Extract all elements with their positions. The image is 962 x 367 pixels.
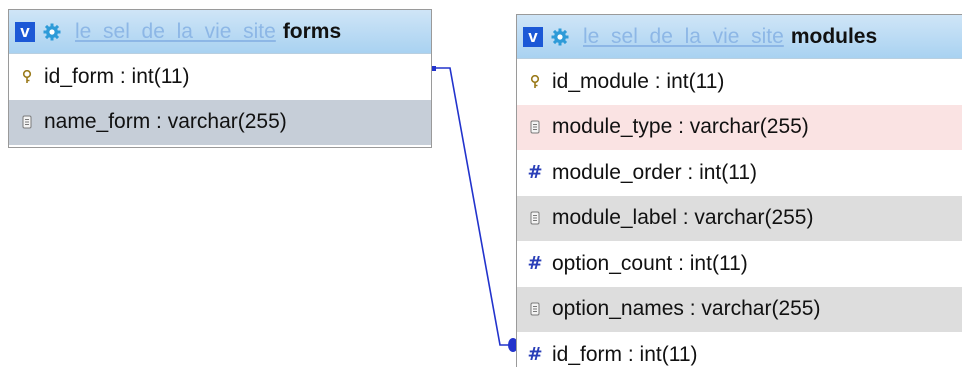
column-row-option-names[interactable]: option_names : varchar(255) [517,286,962,332]
relation-connector[interactable] [432,67,516,346]
column-label: module_label : varchar(255) [552,206,814,230]
toggle-columns-button[interactable]: v [15,21,35,42]
key-icon [527,74,543,89]
column-row-option-count[interactable]: # option_count : int(11) [517,241,962,287]
hash-icon: # [527,344,543,366]
hash-icon: # [527,253,543,275]
table-modules[interactable]: v le_sel_de_la_vie_site modules id_modul… [516,14,962,367]
gear-icon[interactable] [43,23,61,41]
database-link[interactable]: le_sel_de_la_vie_site [583,25,784,49]
database-link[interactable]: le_sel_de_la_vie_site [75,20,276,44]
text-field-icon [527,211,543,225]
text-field-icon [19,115,35,129]
column-row-name-form[interactable]: name_form : varchar(255) [9,99,431,145]
designer-canvas: v le_sel_de_la_vie_site forms id_form: … [0,0,962,367]
key-icon [19,69,35,84]
column-label: id_module : int(11) [552,69,725,93]
column-label: option_names : varchar(255) [552,297,821,321]
toggle-columns-button[interactable]: v [523,26,543,47]
column-row-module-type[interactable]: module_type : varchar(255) [517,104,962,150]
gear-icon[interactable] [551,28,569,46]
column-row-id-form[interactable]: # id_form : int(11) [517,332,962,367]
column-label: name_form : varchar(255) [44,110,287,134]
table-header[interactable]: v le_sel_de_la [517,15,962,59]
column-row-module-order[interactable]: # module_order : int(11) [517,150,962,196]
text-field-icon [527,302,543,316]
text-field-icon [527,120,543,134]
table-name: modules [790,24,878,48]
column-label: id_form : int(11) [552,342,698,366]
column-row-id-form[interactable]: id_form : int(11) [9,54,431,100]
column-label: id_form : int(11) [44,64,190,88]
table-name: forms [282,19,342,43]
column-label: option_count : int(11) [552,251,748,275]
column-row-module-label[interactable]: module_label : varchar(255) [517,195,962,241]
column-row-id-module[interactable]: id_module : int(11) [517,59,962,105]
hash-icon: # [527,162,543,184]
table-forms[interactable]: v le_sel_de_la_vie_site forms id_form: … [8,9,432,148]
column-label: module_type : varchar(255) [552,115,809,139]
table-header[interactable]: v le_sel_de_la [9,10,431,54]
column-label: module_order : int(11) [552,160,758,184]
